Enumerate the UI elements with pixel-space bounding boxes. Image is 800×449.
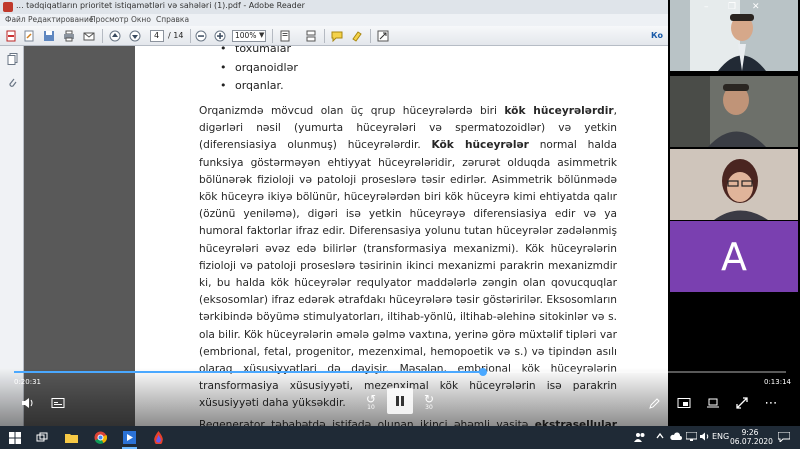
pages-panel-icon[interactable] <box>5 52 19 66</box>
minimize-icon[interactable]: – <box>704 2 709 12</box>
avatar: A <box>721 234 747 279</box>
show-hidden-icons-icon[interactable] <box>656 432 664 442</box>
bullet-item: orqanlar. <box>220 77 298 96</box>
bullet-item: orqanoidlər <box>220 59 298 78</box>
subtitles-icon[interactable] <box>49 394 67 412</box>
seek-bar[interactable] <box>14 368 786 376</box>
adobe-reader-icon <box>3 2 13 12</box>
screen: ... tədqiqatların prioritet istiqamətlər… <box>0 0 800 449</box>
next-page-icon[interactable] <box>128 29 142 43</box>
toolbar-divider <box>324 29 325 43</box>
remaining-time: 0:13:14 <box>764 378 791 386</box>
participants-panel: – ❐ ✕ A <box>668 0 800 426</box>
toolbar-divider <box>370 29 371 43</box>
scroll-mode-icon[interactable] <box>304 29 318 43</box>
save-icon[interactable] <box>42 29 56 43</box>
text-run: Orqanizmdə mövcud olan üç qrup hüceyrələ… <box>199 105 505 117</box>
skip-forward-button[interactable]: ↻ 30 <box>418 392 440 414</box>
more-options-icon[interactable]: ⋯ <box>762 394 780 412</box>
clock-date: 06.07.2020 <box>730 437 773 446</box>
bullet-list: toxumalar orqanoidlər orqanlar. <box>220 46 298 96</box>
volume-tray-icon[interactable] <box>700 432 710 443</box>
app-drop-icon[interactable] <box>151 430 166 445</box>
pause-icon <box>396 396 404 406</box>
adobe-reader-window: ... tədqiqatların prioritet istiqamətlər… <box>0 0 668 426</box>
edit-pencil-icon[interactable] <box>645 394 663 412</box>
skip-back-seconds: 10 <box>367 404 375 411</box>
zoom-out-icon[interactable] <box>194 29 208 43</box>
expand-icon[interactable] <box>376 29 390 43</box>
skip-back-button[interactable]: ↺ 10 <box>360 392 382 414</box>
paragraph: Orqanizmdə mövcud olan üç qrup hüceyrələ… <box>199 103 617 413</box>
onedrive-icon[interactable] <box>670 432 682 442</box>
menu-help[interactable]: Справка <box>156 15 189 24</box>
skip-forward-seconds: 30 <box>425 404 433 411</box>
fit-page-icon[interactable] <box>278 29 292 43</box>
highlight-icon[interactable] <box>350 29 364 43</box>
print-icon[interactable] <box>62 29 76 43</box>
menu-window[interactable]: Окно <box>131 15 151 24</box>
file-explorer-icon[interactable] <box>64 430 79 445</box>
chevron-down-icon[interactable]: ▼ <box>259 31 264 39</box>
participant-video-tile[interactable] <box>670 149 798 220</box>
restore-icon[interactable]: ❐ <box>728 2 736 12</box>
participant-video-tile[interactable] <box>670 76 798 147</box>
seek-bar-thumb[interactable] <box>478 368 487 376</box>
email-icon[interactable] <box>82 29 96 43</box>
toolbar-divider <box>102 29 103 43</box>
previous-page-icon[interactable] <box>108 29 122 43</box>
seek-bar-progress <box>14 371 483 373</box>
window-title: ... tədqiqatların prioritet istiqamətlər… <box>16 1 305 10</box>
participant-video-frame <box>670 76 798 147</box>
volume-icon[interactable] <box>19 394 37 412</box>
miniplayer-icon[interactable] <box>675 394 693 412</box>
participant-video-frame <box>670 149 798 220</box>
toolbar-divider <box>272 29 273 43</box>
network-icon[interactable] <box>685 431 698 443</box>
page-number-input[interactable]: 4 <box>150 30 164 42</box>
play-pause-button[interactable] <box>387 388 413 414</box>
media-player-icon[interactable] <box>122 430 137 445</box>
bold-term: Kök hüceyrələr <box>431 139 529 152</box>
create-pdf-icon[interactable] <box>4 29 18 43</box>
menu-edit[interactable]: Редактирование <box>28 15 93 24</box>
elapsed-time: 0:20:31 <box>14 378 41 386</box>
clock-time: 9:26 <box>741 428 759 437</box>
attachments-icon[interactable] <box>5 76 19 90</box>
taskbar: ENG 9:26 06.07.2020 <box>0 426 800 449</box>
toolbar-divider <box>190 29 191 43</box>
zoom-in-icon[interactable] <box>213 29 227 43</box>
page-total: / 14 <box>168 31 184 40</box>
close-icon[interactable]: ✕ <box>752 2 760 12</box>
people-icon[interactable] <box>634 432 646 444</box>
notifications-icon[interactable] <box>777 431 791 444</box>
fullscreen-icon[interactable] <box>733 394 751 412</box>
toolbar-brand-text: Ко <box>651 31 664 40</box>
bullet-item: toxumalar <box>220 46 298 59</box>
participant-avatar-tile[interactable]: A <box>670 221 798 292</box>
title-bar: ... tədqiqatların prioritet istiqamətlər… <box>0 0 668 14</box>
input-language[interactable]: ENG <box>712 432 729 441</box>
menu-bar: Файл Редактирование Просмотр Окно Справк… <box>0 14 668 26</box>
edit-pdf-icon[interactable] <box>22 29 36 43</box>
menu-file[interactable]: Файл <box>5 15 26 24</box>
menu-view[interactable]: Просмотр <box>90 15 129 24</box>
cast-icon[interactable] <box>704 394 722 412</box>
chrome-icon[interactable] <box>93 430 108 445</box>
windows-start-icon[interactable] <box>7 430 22 445</box>
comment-icon[interactable] <box>330 29 344 43</box>
task-view-icon[interactable] <box>34 430 49 445</box>
bold-term: kök hüceyrələrdir <box>504 105 614 117</box>
system-clock[interactable]: 9:26 06.07.2020 <box>730 428 773 446</box>
toolbar: 4 / 14 100% ▼ Ко <box>0 26 668 46</box>
